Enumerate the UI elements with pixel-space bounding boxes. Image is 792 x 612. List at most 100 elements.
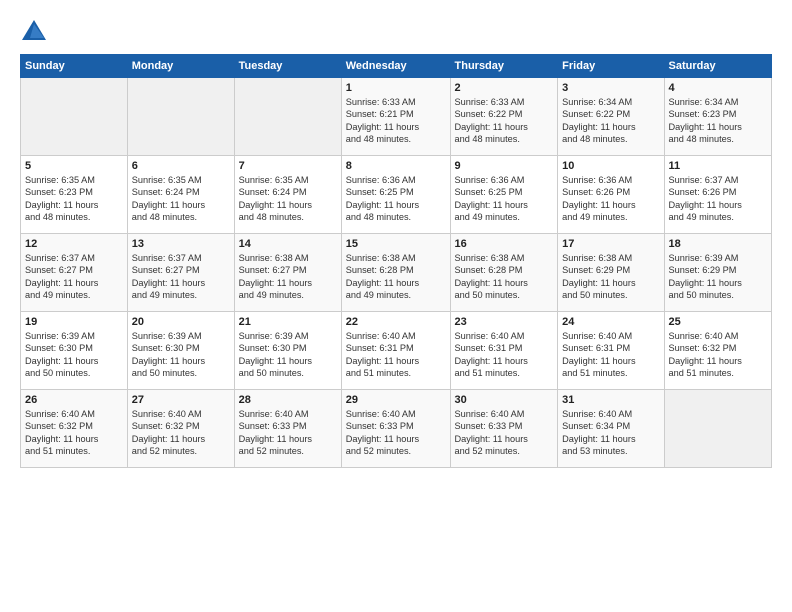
calendar-cell: 29Sunrise: 6:40 AM Sunset: 6:33 PM Dayli… [341, 390, 450, 468]
day-number: 24 [562, 316, 659, 328]
day-info: Sunrise: 6:40 AM Sunset: 6:31 PM Dayligh… [346, 330, 446, 380]
day-number: 23 [455, 316, 554, 328]
day-number: 2 [455, 82, 554, 94]
day-info: Sunrise: 6:35 AM Sunset: 6:24 PM Dayligh… [239, 174, 337, 224]
weekday-saturday: Saturday [664, 55, 772, 78]
weekday-monday: Monday [127, 55, 234, 78]
calendar-cell: 23 Sunrise: 6:40 AM Sunset: 6:31 PM Dayli… [450, 312, 558, 390]
day-number: 26 [25, 394, 123, 406]
day-info: Sunrise: 6:36 AM Sunset: 6:26 PM Dayligh… [562, 174, 659, 224]
day-info: Sunrise: 6:40 AM Sunset: 6:31 PM Dayligh… [455, 330, 554, 380]
week-row-4: 19Sunrise: 6:39 AM Sunset: 6:30 PM Dayli… [21, 312, 772, 390]
calendar-cell: 5 Sunrise: 6:35 AM Sunset: 6:23 PM Daylig… [21, 156, 128, 234]
calendar-cell: 18 Sunrise: 6:39 AM Sunset: 6:29 PM Dayli… [664, 234, 772, 312]
day-info: Sunrise: 6:38 AM Sunset: 6:28 PM Dayligh… [455, 252, 554, 302]
day-number: 5 [25, 160, 123, 172]
calendar-cell: 12Sunrise: 6:37 AM Sunset: 6:27 PM Dayli… [21, 234, 128, 312]
week-row-3: 12Sunrise: 6:37 AM Sunset: 6:27 PM Dayli… [21, 234, 772, 312]
day-info: Sunrise: 6:40 AM Sunset: 6:32 PM Dayligh… [132, 408, 230, 458]
weekday-row: SundayMondayTuesdayWednesdayThursdayFrid… [21, 55, 772, 78]
week-row-5: 26 Sunrise: 6:40 AM Sunset: 6:32 PM Dayli… [21, 390, 772, 468]
weekday-sunday: Sunday [21, 55, 128, 78]
day-info: Sunrise: 6:40 AM Sunset: 6:32 PM Dayligh… [25, 408, 123, 458]
day-info: Sunrise: 6:35 AM Sunset: 6:23 PM Dayligh… [25, 174, 123, 224]
logo [20, 18, 52, 46]
day-info: Sunrise: 6:38 AM Sunset: 6:29 PM Dayligh… [562, 252, 659, 302]
calendar-cell: 24 Sunrise: 6:40 AM Sunset: 6:31 PM Dayli… [558, 312, 664, 390]
day-number: 13 [132, 238, 230, 250]
day-info: Sunrise: 6:38 AM Sunset: 6:27 PM Dayligh… [239, 252, 337, 302]
calendar-cell [21, 78, 128, 156]
day-info: Sunrise: 6:37 AM Sunset: 6:26 PM Dayligh… [669, 174, 768, 224]
calendar-cell: 9 Sunrise: 6:36 AM Sunset: 6:25 PM Daylig… [450, 156, 558, 234]
day-info: Sunrise: 6:33 AM Sunset: 6:22 PM Dayligh… [455, 96, 554, 146]
calendar-cell: 30 Sunrise: 6:40 AM Sunset: 6:33 PM Dayli… [450, 390, 558, 468]
day-info: Sunrise: 6:34 AM Sunset: 6:22 PM Dayligh… [562, 96, 659, 146]
calendar-cell: 15 Sunrise: 6:38 AM Sunset: 6:28 PM Dayli… [341, 234, 450, 312]
day-number: 17 [562, 238, 659, 250]
week-row-1: 1 Sunrise: 6:33 AM Sunset: 6:21 PM Daylig… [21, 78, 772, 156]
day-info: Sunrise: 6:37 AM Sunset: 6:27 PM Dayligh… [132, 252, 230, 302]
day-info: Sunrise: 6:38 AM Sunset: 6:28 PM Dayligh… [346, 252, 446, 302]
day-number: 1 [346, 82, 446, 94]
calendar-cell: 26 Sunrise: 6:40 AM Sunset: 6:32 PM Dayli… [21, 390, 128, 468]
day-number: 6 [132, 160, 230, 172]
day-info: Sunrise: 6:40 AM Sunset: 6:34 PM Dayligh… [562, 408, 659, 458]
calendar-cell: 22 Sunrise: 6:40 AM Sunset: 6:31 PM Dayli… [341, 312, 450, 390]
weekday-friday: Friday [558, 55, 664, 78]
weekday-thursday: Thursday [450, 55, 558, 78]
calendar-cell: 3 Sunrise: 6:34 AM Sunset: 6:22 PM Daylig… [558, 78, 664, 156]
day-info: Sunrise: 6:33 AM Sunset: 6:21 PM Dayligh… [346, 96, 446, 146]
day-info: Sunrise: 6:40 AM Sunset: 6:33 PM Dayligh… [346, 408, 446, 458]
day-info: Sunrise: 6:40 AM Sunset: 6:32 PM Dayligh… [669, 330, 768, 380]
week-row-2: 5 Sunrise: 6:35 AM Sunset: 6:23 PM Daylig… [21, 156, 772, 234]
day-number: 14 [239, 238, 337, 250]
day-info: Sunrise: 6:39 AM Sunset: 6:29 PM Dayligh… [669, 252, 768, 302]
day-number: 11 [669, 160, 768, 172]
calendar-cell: 20 Sunrise: 6:39 AM Sunset: 6:30 PM Dayli… [127, 312, 234, 390]
day-number: 8 [346, 160, 446, 172]
calendar-cell: 28 Sunrise: 6:40 AM Sunset: 6:33 PM Dayli… [234, 390, 341, 468]
day-number: 3 [562, 82, 659, 94]
day-number: 25 [669, 316, 768, 328]
calendar-cell: 8Sunrise: 6:36 AM Sunset: 6:25 PM Daylig… [341, 156, 450, 234]
calendar-cell: 10Sunrise: 6:36 AM Sunset: 6:26 PM Dayli… [558, 156, 664, 234]
calendar-cell [234, 78, 341, 156]
day-info: Sunrise: 6:40 AM Sunset: 6:33 PM Dayligh… [239, 408, 337, 458]
day-number: 31 [562, 394, 659, 406]
day-number: 9 [455, 160, 554, 172]
calendar-cell: 19Sunrise: 6:39 AM Sunset: 6:30 PM Dayli… [21, 312, 128, 390]
day-number: 7 [239, 160, 337, 172]
day-info: Sunrise: 6:40 AM Sunset: 6:31 PM Dayligh… [562, 330, 659, 380]
calendar-cell: 13 Sunrise: 6:37 AM Sunset: 6:27 PM Dayli… [127, 234, 234, 312]
day-info: Sunrise: 6:35 AM Sunset: 6:24 PM Dayligh… [132, 174, 230, 224]
day-info: Sunrise: 6:39 AM Sunset: 6:30 PM Dayligh… [25, 330, 123, 380]
calendar-cell: 11 Sunrise: 6:37 AM Sunset: 6:26 PM Dayli… [664, 156, 772, 234]
logo-icon [20, 18, 48, 46]
day-number: 27 [132, 394, 230, 406]
day-number: 18 [669, 238, 768, 250]
day-number: 20 [132, 316, 230, 328]
day-info: Sunrise: 6:36 AM Sunset: 6:25 PM Dayligh… [455, 174, 554, 224]
calendar-cell: 2 Sunrise: 6:33 AM Sunset: 6:22 PM Daylig… [450, 78, 558, 156]
day-info: Sunrise: 6:39 AM Sunset: 6:30 PM Dayligh… [239, 330, 337, 380]
day-info: Sunrise: 6:34 AM Sunset: 6:23 PM Dayligh… [669, 96, 768, 146]
day-number: 22 [346, 316, 446, 328]
day-info: Sunrise: 6:40 AM Sunset: 6:33 PM Dayligh… [455, 408, 554, 458]
day-number: 15 [346, 238, 446, 250]
day-number: 4 [669, 82, 768, 94]
calendar-cell [127, 78, 234, 156]
calendar-cell: 4 Sunrise: 6:34 AM Sunset: 6:23 PM Daylig… [664, 78, 772, 156]
day-number: 30 [455, 394, 554, 406]
calendar-cell: 31 Sunrise: 6:40 AM Sunset: 6:34 PM Dayli… [558, 390, 664, 468]
calendar-cell [664, 390, 772, 468]
day-number: 16 [455, 238, 554, 250]
calendar-cell: 16 Sunrise: 6:38 AM Sunset: 6:28 PM Dayli… [450, 234, 558, 312]
calendar-cell: 1 Sunrise: 6:33 AM Sunset: 6:21 PM Daylig… [341, 78, 450, 156]
calendar-cell: 27 Sunrise: 6:40 AM Sunset: 6:32 PM Dayli… [127, 390, 234, 468]
day-info: Sunrise: 6:39 AM Sunset: 6:30 PM Dayligh… [132, 330, 230, 380]
day-number: 28 [239, 394, 337, 406]
calendar-cell: 21Sunrise: 6:39 AM Sunset: 6:30 PM Dayli… [234, 312, 341, 390]
page: SundayMondayTuesdayWednesdayThursdayFrid… [0, 0, 792, 612]
weekday-wednesday: Wednesday [341, 55, 450, 78]
